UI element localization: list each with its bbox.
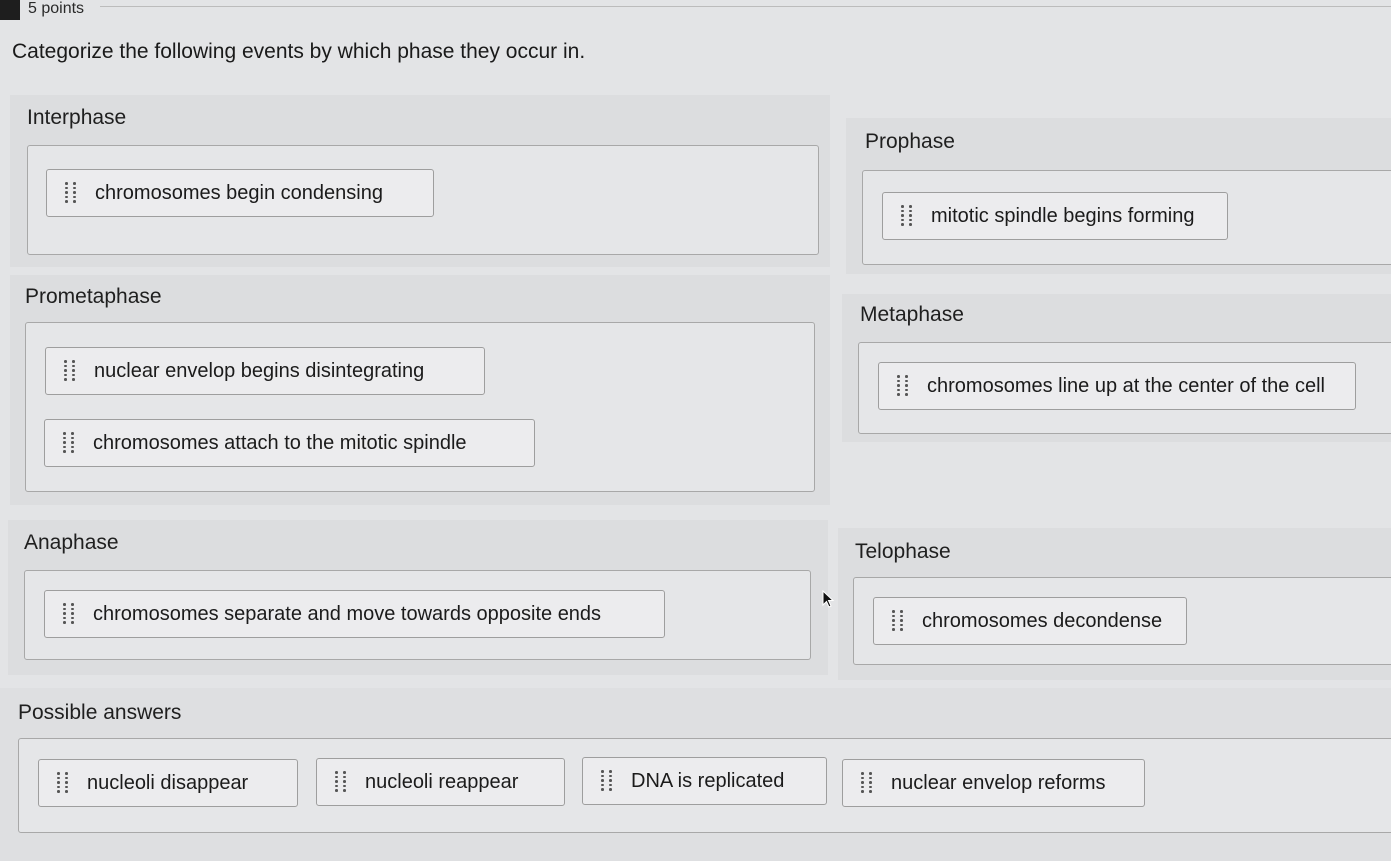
divider <box>100 6 1391 7</box>
drag-handle-icon[interactable] <box>861 772 875 794</box>
points-label: 5 points <box>28 0 85 17</box>
answer-chip[interactable]: chromosomes begin condensing <box>46 169 434 217</box>
chip-label: chromosomes attach to the mitotic spindl… <box>93 431 467 454</box>
drag-handle-icon[interactable] <box>901 205 915 227</box>
answer-chip[interactable]: chromosomes line up at the center of the… <box>878 362 1356 410</box>
drag-handle-icon[interactable] <box>335 771 349 793</box>
drag-handle-icon[interactable] <box>601 770 615 792</box>
answer-chip[interactable]: mitotic spindle begins forming <box>882 192 1228 240</box>
category-label-prometaphase: Prometaphase <box>25 285 162 308</box>
possible-answers-label: Possible answers <box>18 701 182 724</box>
chip-label: chromosomes begin condensing <box>95 181 383 204</box>
answer-chip[interactable]: nucleoli reappear <box>316 758 565 806</box>
drag-handle-icon[interactable] <box>892 610 906 632</box>
category-label-anaphase: Anaphase <box>24 531 119 554</box>
category-label-interphase: Interphase <box>27 106 127 129</box>
category-label-metaphase: Metaphase <box>860 303 964 326</box>
chip-label: chromosomes separate and move towards op… <box>93 602 602 625</box>
answer-chip[interactable]: nucleoli disappear <box>38 759 298 807</box>
drag-handle-icon[interactable] <box>64 360 78 382</box>
question-text: Categorize the following events by which… <box>12 40 586 63</box>
category-label-telophase: Telophase <box>855 540 951 563</box>
drag-handle-icon[interactable] <box>57 772 71 794</box>
answer-chip[interactable]: DNA is replicated <box>582 757 827 805</box>
chip-label: nucleoli reappear <box>365 770 519 793</box>
points-marker <box>0 0 20 20</box>
chip-label: mitotic spindle begins forming <box>931 204 1195 227</box>
chip-label: nucleoli disappear <box>87 771 249 794</box>
chip-label: nuclear envelop reforms <box>891 771 1106 794</box>
chip-label: chromosomes decondense <box>922 609 1163 632</box>
chip-label: nuclear envelop begins disintegrating <box>94 359 425 382</box>
drag-handle-icon[interactable] <box>63 432 77 454</box>
answer-chip[interactable]: nuclear envelop begins disintegrating <box>45 347 485 395</box>
chip-label: DNA is replicated <box>631 769 785 792</box>
drag-handle-icon[interactable] <box>65 182 79 204</box>
drag-handle-icon[interactable] <box>897 375 911 397</box>
mouse-pointer-icon <box>822 590 835 608</box>
drag-handle-icon[interactable] <box>63 603 77 625</box>
answer-chip[interactable]: chromosomes decondense <box>873 597 1187 645</box>
answer-chip[interactable]: nuclear envelop reforms <box>842 759 1145 807</box>
answer-chip[interactable]: chromosomes attach to the mitotic spindl… <box>44 419 535 467</box>
category-label-prophase: Prophase <box>865 130 955 153</box>
chip-label: chromosomes line up at the center of the… <box>927 374 1325 397</box>
answer-chip[interactable]: chromosomes separate and move towards op… <box>44 590 665 638</box>
